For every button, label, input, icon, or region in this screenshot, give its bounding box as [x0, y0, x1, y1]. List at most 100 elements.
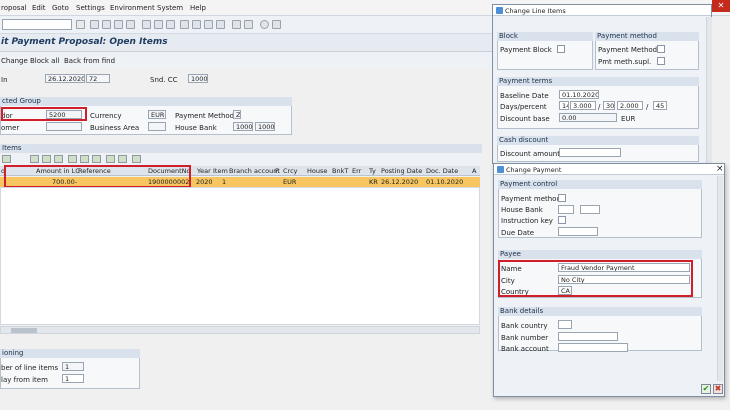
bank-number-field[interactable] — [558, 332, 618, 341]
export-icon[interactable] — [106, 155, 115, 163]
bank-account-field[interactable] — [558, 343, 628, 352]
menu-settings[interactable]: Settings — [76, 4, 105, 12]
display-from-label: lay from item — [1, 376, 48, 384]
days-percent-label: Days/percent — [500, 103, 547, 111]
filter-icon[interactable] — [54, 155, 63, 163]
command-field[interactable] — [2, 19, 72, 30]
window-close-button[interactable]: ✕ — [712, 0, 730, 12]
col-documentno[interactable]: DocumentNo — [148, 167, 191, 175]
col-branch-account[interactable]: Branch account — [229, 167, 280, 175]
ok-button[interactable]: ✔ — [701, 384, 711, 394]
save-icon[interactable] — [90, 20, 99, 29]
days3-field[interactable]: 45 — [653, 101, 667, 110]
col-a[interactable]: A — [472, 167, 476, 175]
find-next-icon[interactable] — [166, 20, 175, 29]
dlg-payment-method-field[interactable] — [657, 45, 665, 53]
print-list-icon[interactable] — [92, 155, 101, 163]
dialog-close-icon[interactable]: × — [716, 164, 724, 174]
payment-dialog-scrollbar[interactable] — [717, 176, 723, 381]
display-from-field[interactable]: 1 — [62, 374, 84, 383]
layout-icon[interactable] — [272, 20, 281, 29]
sep1: / — [598, 103, 601, 111]
menu-proposal[interactable]: roposal — [1, 4, 27, 12]
payee-city-field[interactable]: No City — [558, 275, 690, 284]
back-from-find-button[interactable]: Back from find — [64, 57, 115, 65]
horizontal-scrollbar[interactable] — [0, 326, 480, 334]
subtotal-icon[interactable] — [80, 155, 89, 163]
last-page-icon[interactable] — [216, 20, 225, 29]
baseline-date-label: Baseline Date — [500, 92, 549, 100]
sep2: / — [646, 103, 649, 111]
days2-field[interactable]: 30 — [603, 101, 615, 110]
sum-icon[interactable] — [68, 155, 77, 163]
payee-name-field[interactable]: Fraud Vendor Payment — [558, 263, 690, 272]
sap-window-icon — [496, 7, 503, 14]
col-reference[interactable]: Reference — [78, 167, 111, 175]
find-icon[interactable] — [154, 20, 163, 29]
col-year[interactable]: Year — [197, 167, 211, 175]
pmt-meth-supl-field[interactable] — [657, 57, 665, 65]
menu-environment[interactable]: Environment — [110, 4, 155, 12]
house-bank-account-field: 1000 — [255, 122, 275, 131]
col-d[interactable]: d — [1, 167, 5, 175]
back-icon[interactable] — [102, 20, 111, 29]
change-button[interactable]: Change — [1, 57, 28, 65]
sort-asc-icon[interactable] — [30, 155, 39, 163]
col-err[interactable]: Err — [352, 167, 361, 175]
prev-page-icon[interactable] — [192, 20, 201, 29]
dlg-payment-method-label: Payment Method — [598, 46, 658, 54]
cancel-icon[interactable] — [126, 20, 135, 29]
details-icon[interactable] — [2, 155, 11, 163]
print-icon[interactable] — [142, 20, 151, 29]
payment-terms-header: Payment terms — [497, 77, 699, 86]
pct1-field[interactable]: 3.000 — [570, 101, 596, 110]
table-row[interactable]: 700.00- 1900000002 2020 1 EUR KR 26.12.2… — [0, 177, 480, 187]
days1-field[interactable]: 14 — [559, 101, 569, 110]
block-all-button[interactable]: Block all — [30, 57, 59, 65]
cancel-button[interactable]: ✖ — [713, 384, 723, 394]
col-item[interactable]: Item — [213, 167, 228, 175]
cell-crcy: EUR — [283, 178, 297, 186]
cp-house-bank-account-field[interactable] — [580, 205, 600, 214]
instruction-key-field[interactable] — [558, 216, 566, 224]
col-p[interactable]: P — [275, 167, 279, 175]
col-house[interactable]: House — [307, 167, 327, 175]
system-toolbar — [0, 16, 500, 34]
exit-icon[interactable] — [114, 20, 123, 29]
dialog-scrollbar[interactable] — [706, 17, 712, 163]
info-icon[interactable] — [132, 155, 141, 163]
menu-goto[interactable]: Goto — [52, 4, 69, 12]
col-posting-date[interactable]: Posting Date — [381, 167, 422, 175]
bank-account-label: Bank account — [501, 345, 549, 353]
col-crcy[interactable]: Crcy — [283, 167, 298, 175]
layout-select-icon[interactable] — [118, 155, 127, 163]
baseline-date-field[interactable]: 01.10.2020 — [559, 90, 599, 99]
payee-country-field[interactable]: CA — [558, 286, 572, 295]
payment-block-field[interactable] — [557, 45, 565, 53]
next-page-icon[interactable] — [204, 20, 213, 29]
scrollbar-thumb[interactable] — [11, 328, 37, 333]
due-date-field[interactable] — [558, 227, 598, 236]
enter-icon[interactable] — [76, 20, 85, 29]
col-bnkt[interactable]: BnkT — [332, 167, 348, 175]
bank-country-field[interactable] — [558, 320, 572, 329]
new-session-icon[interactable] — [232, 20, 241, 29]
items-grid-body — [0, 187, 480, 325]
shortcut-icon[interactable] — [244, 20, 253, 29]
cp-payment-method-field[interactable] — [558, 194, 566, 202]
col-doc-date[interactable]: Doc. Date — [426, 167, 458, 175]
col-ty[interactable]: Ty — [369, 167, 376, 175]
col-amount[interactable]: Amount in LC — [36, 167, 80, 175]
payment-method-field: Z — [233, 110, 241, 119]
payment-block-label: Payment Block — [500, 46, 552, 54]
menu-system[interactable]: System — [157, 4, 183, 12]
due-date-label: Due Date — [501, 229, 535, 237]
first-page-icon[interactable] — [180, 20, 189, 29]
sort-desc-icon[interactable] — [42, 155, 51, 163]
discount-amount-field[interactable] — [559, 148, 621, 157]
menu-help[interactable]: Help — [190, 4, 206, 12]
cp-house-bank-field[interactable] — [558, 205, 574, 214]
menu-edit[interactable]: Edit — [32, 4, 46, 12]
pct2-field[interactable]: 2.000 — [617, 101, 643, 110]
help-icon[interactable] — [260, 20, 269, 29]
